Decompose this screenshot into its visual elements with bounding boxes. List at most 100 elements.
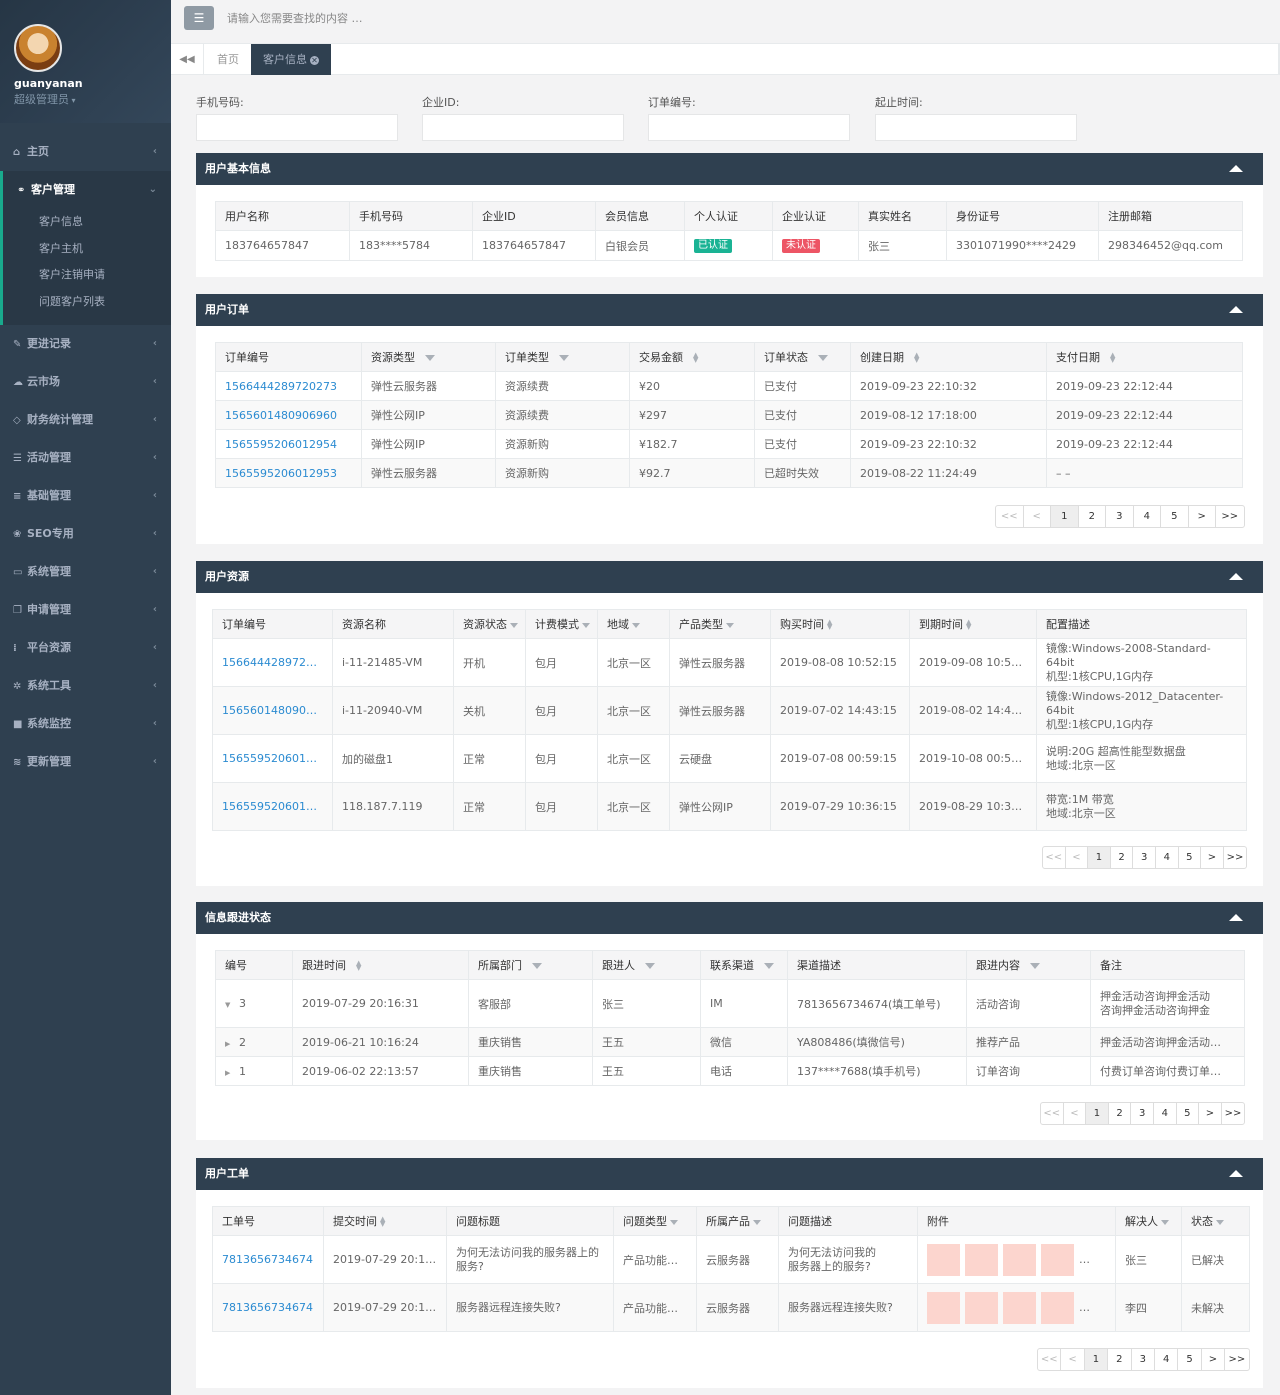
column-header[interactable]: 订单编号: [212, 609, 333, 639]
collapse-icon[interactable]: [1229, 306, 1243, 313]
column-header[interactable]: 交易金额 ▲ ▼: [629, 342, 755, 372]
pager-first-button[interactable]: <<: [1041, 1103, 1064, 1124]
column-header[interactable]: 问题描述: [778, 1206, 918, 1236]
role-dropdown[interactable]: 超级管理员 ▾: [14, 91, 157, 107]
sidebar-item-7[interactable]: ❀ SEO专用 ‹: [0, 515, 171, 553]
column-header[interactable]: 资源状态: [453, 609, 526, 639]
sidebar-item-10[interactable]: ⁞ 平台资源 ‹: [0, 629, 171, 667]
pager-last-button[interactable]: >>: [1222, 1103, 1245, 1124]
menu-toggle-button[interactable]: ☰: [184, 6, 214, 30]
filter-icon[interactable]: [670, 1219, 678, 1225]
caret-right-icon[interactable]: ▶: [225, 1069, 239, 1077]
column-header[interactable]: 问题标题: [446, 1206, 614, 1236]
collapse-icon[interactable]: [1229, 165, 1243, 172]
attachment-thumbnail[interactable]: [1003, 1291, 1036, 1324]
pager-next-button[interactable]: >: [1201, 847, 1224, 868]
column-header[interactable]: 资源名称: [332, 609, 454, 639]
pager-page-button[interactable]: 5: [1178, 1349, 1202, 1370]
tab-back-button[interactable]: ◀◀: [171, 44, 204, 75]
ticket-link[interactable]: 7813656734674: [212, 1283, 324, 1332]
pager-first-button[interactable]: <<: [1038, 1349, 1062, 1370]
column-header[interactable]: 用户名称: [215, 201, 350, 231]
caret-right-icon[interactable]: ▶: [225, 1040, 239, 1048]
pager-page-button[interactable]: 3: [1133, 847, 1156, 868]
sidebar-item-9[interactable]: ❐ 申请管理 ‹: [0, 591, 171, 629]
column-header[interactable]: 到期时间 ▲ ▼: [909, 609, 1037, 639]
attachment-thumbnail[interactable]: [965, 1291, 998, 1324]
sidebar-item-6[interactable]: ≡ 基础管理 ‹: [0, 477, 171, 515]
attachment-thumbnail[interactable]: [1003, 1243, 1036, 1276]
column-header[interactable]: 订单类型: [495, 342, 630, 372]
filter-icon[interactable]: [532, 963, 542, 969]
column-header[interactable]: 跟进内容: [966, 950, 1091, 980]
pager-page-button[interactable]: 4: [1154, 1103, 1177, 1124]
filter-icon[interactable]: [559, 355, 569, 361]
pager-prev-button[interactable]: <: [1066, 847, 1089, 868]
pager-page-button[interactable]: 5: [1161, 506, 1189, 527]
close-icon[interactable]: ✕: [310, 56, 319, 65]
column-header[interactable]: 产品类型: [669, 609, 771, 639]
row-number[interactable]: ▶ 1: [215, 1056, 293, 1086]
sort-icon[interactable]: ▲ ▼: [966, 619, 974, 631]
filter-icon[interactable]: [645, 963, 655, 969]
phone-field[interactable]: [196, 114, 398, 141]
column-header[interactable]: 购买时间 ▲ ▼: [770, 609, 910, 639]
sidebar-subitem[interactable]: 客户主机: [3, 236, 171, 263]
column-header[interactable]: 注册邮箱: [1098, 201, 1243, 231]
caret-down-icon[interactable]: ▼: [225, 1001, 239, 1009]
sidebar-item-8[interactable]: ▭ 系统管理 ‹: [0, 553, 171, 591]
order-link[interactable]: 1565595206012953: [215, 458, 362, 488]
column-header[interactable]: 跟进时间 ▲ ▼: [292, 950, 469, 980]
column-header[interactable]: 身份证号: [946, 201, 1099, 231]
pager-page-button[interactable]: 3: [1132, 1349, 1155, 1370]
pager-page-button[interactable]: 1: [1051, 506, 1079, 527]
collapse-icon[interactable]: [1229, 1170, 1243, 1177]
order-link[interactable]: 1565595206012954: [212, 734, 333, 783]
column-header[interactable]: 资源类型: [361, 342, 496, 372]
column-header[interactable]: 状态: [1181, 1206, 1250, 1236]
sort-icon[interactable]: ▲ ▼: [380, 1216, 388, 1228]
sidebar-item-12[interactable]: ■ 系统监控 ‹: [0, 705, 171, 743]
column-header[interactable]: 个人认证: [684, 201, 773, 231]
company-id-field[interactable]: [422, 114, 624, 141]
sort-icon[interactable]: ▲ ▼: [693, 352, 701, 364]
row-number[interactable]: ▼ 3: [215, 979, 293, 1028]
pager-first-button[interactable]: <<: [996, 506, 1024, 527]
pager-page-button[interactable]: 1: [1088, 847, 1111, 868]
sidebar-subitem[interactable]: 问题客户列表: [3, 289, 171, 316]
pager-page-button[interactable]: 2: [1111, 847, 1134, 868]
pager-last-button[interactable]: >>: [1225, 1349, 1248, 1370]
order-link[interactable]: 1566444289720273: [212, 638, 333, 687]
sidebar-item-13[interactable]: ≋ 更新管理 ‹: [0, 743, 171, 781]
pager-page-button[interactable]: 4: [1134, 506, 1161, 527]
sidebar-item-11[interactable]: ✲ 系统工具 ‹: [0, 667, 171, 705]
order-link[interactable]: 1565595206012953: [212, 782, 333, 831]
attachment-thumbnail[interactable]: [927, 1243, 960, 1276]
column-header[interactable]: 所属部门: [468, 950, 593, 980]
attachment-thumbnail[interactable]: [965, 1243, 998, 1276]
column-header[interactable]: 真实姓名: [858, 201, 947, 231]
pager-page-button[interactable]: 1: [1086, 1103, 1109, 1124]
tab-home[interactable]: 首页: [205, 44, 251, 75]
column-header[interactable]: 企业认证: [772, 201, 859, 231]
filter-icon[interactable]: [425, 355, 435, 361]
pager-first-button[interactable]: <<: [1043, 847, 1066, 868]
column-header[interactable]: 解决人: [1115, 1206, 1182, 1236]
sidebar-item-2[interactable]: ✎ 更进记录 ‹: [0, 325, 171, 363]
filter-icon[interactable]: [753, 1219, 761, 1225]
avatar[interactable]: [14, 24, 62, 72]
filter-icon[interactable]: [1161, 1219, 1169, 1225]
column-header[interactable]: 提交时间 ▲ ▼: [323, 1206, 447, 1236]
column-header[interactable]: 订单状态: [754, 342, 851, 372]
sort-icon[interactable]: ▲ ▼: [914, 352, 922, 364]
pager-next-button[interactable]: >: [1189, 506, 1216, 527]
column-header[interactable]: 备注: [1090, 950, 1245, 980]
filter-icon[interactable]: [510, 622, 518, 628]
column-header[interactable]: 工单号: [212, 1206, 324, 1236]
pager-next-button[interactable]: >: [1199, 1103, 1222, 1124]
pager-prev-button[interactable]: <: [1064, 1103, 1087, 1124]
ticket-link[interactable]: 7813656734674: [212, 1235, 324, 1284]
column-header[interactable]: 编号: [215, 950, 293, 980]
collapse-icon[interactable]: [1229, 573, 1243, 580]
sidebar-item-4[interactable]: ◇ 财务统计管理 ‹: [0, 401, 171, 439]
